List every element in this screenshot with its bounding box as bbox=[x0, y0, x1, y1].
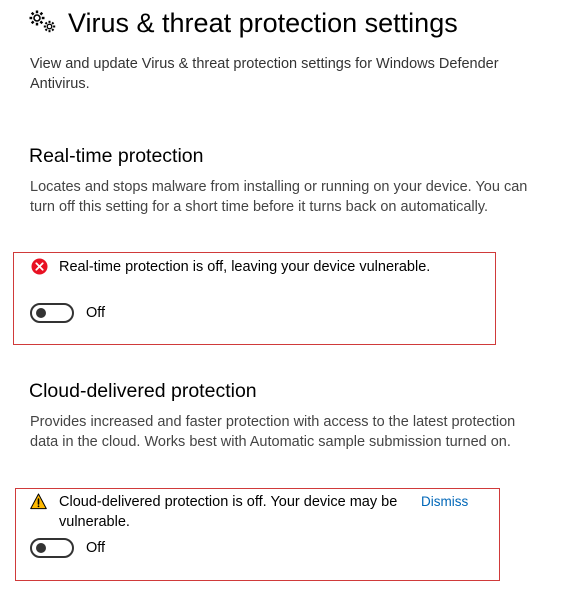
page-title: Virus & threat protection settings bbox=[68, 8, 458, 38]
realtime-protection-heading: Real-time protection bbox=[29, 145, 204, 167]
gear-icon bbox=[29, 10, 56, 33]
cloud-toggle-state-label: Off bbox=[86, 540, 106, 556]
dismiss-link[interactable]: Dismiss bbox=[421, 492, 468, 512]
toggle-knob bbox=[36, 543, 46, 553]
cloud-protection-toggle[interactable] bbox=[30, 538, 74, 558]
error-icon bbox=[31, 258, 48, 275]
realtime-protection-toggle[interactable] bbox=[30, 303, 74, 323]
cloud-protection-description: Provides increased and faster protection… bbox=[30, 414, 516, 450]
realtime-toggle-state-label: Off bbox=[86, 305, 106, 321]
realtime-alert-box: Real-time protection is off, leaving you… bbox=[13, 252, 496, 345]
cloud-protection-heading: Cloud-delivered protection bbox=[29, 380, 257, 402]
toggle-knob bbox=[36, 308, 46, 318]
warning-icon bbox=[30, 493, 47, 510]
page-description: View and update Virus & threat protectio… bbox=[30, 56, 499, 92]
realtime-protection-description: Locates and stops malware from installin… bbox=[30, 179, 528, 215]
cloud-alert-text: Cloud-delivered protection is off. Your … bbox=[59, 494, 398, 530]
realtime-alert-text: Real-time protection is off, leaving you… bbox=[59, 259, 431, 275]
cloud-alert-box: Cloud-delivered protection is off. Your … bbox=[15, 488, 500, 581]
